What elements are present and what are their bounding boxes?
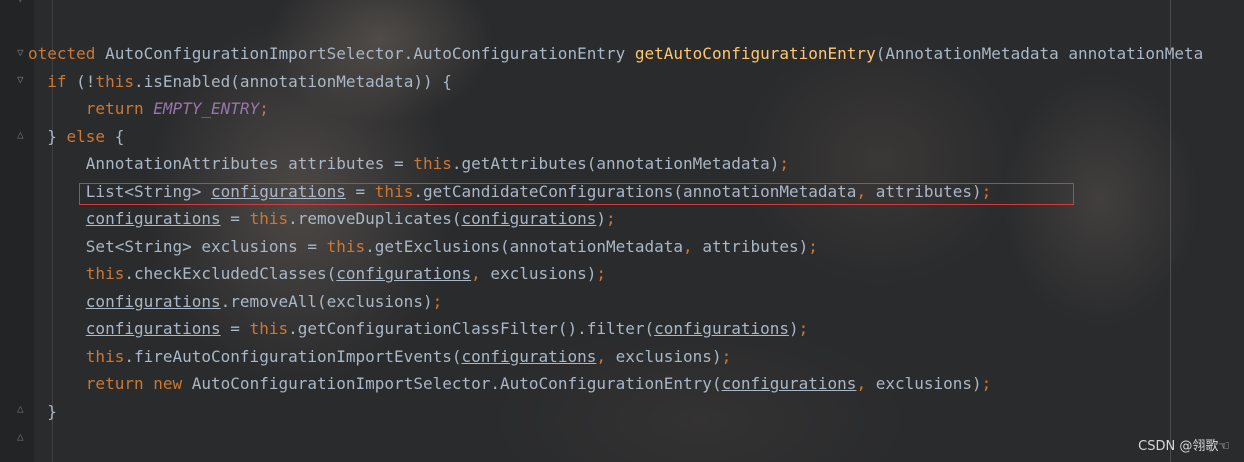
code-token: =: [220, 209, 250, 228]
variable-reference: configurations: [654, 319, 789, 338]
code-token: this: [326, 236, 366, 256]
code-token: exclusions): [490, 264, 597, 283]
code-token: return: [85, 99, 154, 118]
code-token: else: [66, 126, 115, 146]
code-token: ;: [808, 236, 818, 256]
code-line[interactable]: otected AutoConfigurationImportSelector.…: [28, 40, 1203, 68]
fold-end-icon[interactable]: △: [17, 431, 27, 442]
code-token: this: [85, 346, 125, 366]
code-token: ,: [471, 264, 491, 283]
code-token: getAutoConfigurationEntry: [634, 44, 876, 63]
code-token: ): [789, 319, 799, 338]
code-token: exclusions): [875, 374, 982, 393]
code-token: ;: [981, 374, 992, 393]
code-token: {: [114, 126, 125, 146]
code-line[interactable]: return EMPTY_ENTRY;: [28, 95, 1203, 123]
highlight-annotation-box: [79, 183, 1074, 205]
code-token: (!: [76, 71, 96, 91]
variable-reference: configurations: [721, 374, 857, 393]
code-token: ;: [259, 99, 269, 118]
code-token: }: [47, 401, 57, 421]
code-token: .fireAutoConfigurationImportEvents(: [124, 346, 462, 366]
code-line[interactable]: Set<String> exclusions = this.getExclusi…: [28, 233, 1203, 261]
watermark: CSDN @翎歌☜: [1138, 439, 1230, 454]
code-token: .getAttributes(annotationMetadata): [451, 154, 780, 173]
variable-reference: configurations: [461, 346, 597, 366]
code-token: ,: [596, 346, 616, 366]
code-token: .removeAll(exclusions): [220, 291, 433, 311]
code-token: (AnnotationMetadata annotationMeta: [875, 44, 1204, 63]
code-line[interactable]: } else {: [28, 123, 1203, 151]
code-token: otected: [28, 44, 106, 63]
code-token: AutoConfigurationImportSelector.AutoConf…: [191, 374, 722, 393]
code-token: this: [85, 264, 125, 283]
code-token: this: [249, 319, 289, 338]
code-token: return new: [85, 374, 192, 393]
code-token: ;: [779, 154, 789, 173]
variable-reference: configurations: [85, 319, 221, 338]
code-token: attributes): [702, 236, 809, 256]
code-token: exclusions): [615, 346, 722, 366]
code-token: EMPTY_ENTRY: [153, 99, 260, 118]
code-token: if: [47, 71, 77, 91]
code-line[interactable]: configurations = this.removeDuplicates(c…: [28, 205, 1203, 233]
code-token: ;: [798, 319, 809, 338]
code-token: .getConfigurationClassFilter().filter(: [288, 319, 655, 338]
fold-marker-icon[interactable]: ▽: [17, 0, 27, 4]
variable-reference: configurations: [85, 291, 221, 311]
code-line[interactable]: }: [28, 398, 1203, 426]
variable-reference: configurations: [336, 264, 472, 283]
code-token: ;: [596, 264, 606, 283]
code-token: .isEnabled(annotationMetadata)) {: [133, 71, 452, 91]
fold-marker-icon[interactable]: ▽: [17, 47, 27, 58]
code-token: AnnotationAttributes attributes =: [85, 154, 414, 173]
code-token: this: [95, 71, 134, 91]
variable-reference: configurations: [85, 209, 221, 228]
code-token: ,: [856, 374, 876, 393]
code-token: Set<String> exclusions =: [85, 236, 327, 256]
code-token: ;: [721, 346, 732, 366]
code-token: =: [220, 319, 250, 338]
code-token: ): [596, 209, 606, 228]
code-line[interactable]: AnnotationAttributes attributes = this.g…: [28, 150, 1203, 178]
variable-reference: configurations: [461, 209, 597, 228]
fold-marker-icon[interactable]: ▽: [17, 74, 27, 85]
code-line[interactable]: this.checkExcludedClasses(configurations…: [28, 260, 1203, 288]
code-token: .removeDuplicates(: [288, 209, 462, 228]
code-line[interactable]: configurations.removeAll(exclusions);: [28, 288, 1203, 316]
code-token: AutoConfigurationImportSelector.AutoConf…: [105, 44, 635, 63]
code-token: .checkExcludedClasses(: [124, 264, 337, 283]
code-token: ;: [432, 291, 443, 311]
code-token: ,: [683, 236, 703, 256]
code-editor[interactable]: otected AutoConfigurationImportSelector.…: [28, 40, 1203, 425]
fold-end-icon[interactable]: △: [17, 129, 27, 140]
fold-end-icon[interactable]: △: [17, 403, 27, 414]
code-token: ;: [605, 209, 616, 228]
code-token: .getExclusions(annotationMetadata: [365, 236, 684, 256]
code-token: this: [413, 154, 452, 173]
code-token: this: [249, 209, 289, 228]
code-line[interactable]: configurations = this.getConfigurationCl…: [28, 315, 1203, 343]
code-token: }: [47, 126, 67, 146]
code-line[interactable]: return new AutoConfigurationImportSelect…: [28, 370, 1203, 398]
code-line[interactable]: if (!this.isEnabled(annotationMetadata))…: [28, 68, 1203, 96]
code-line[interactable]: this.fireAutoConfigurationImportEvents(c…: [28, 343, 1203, 371]
